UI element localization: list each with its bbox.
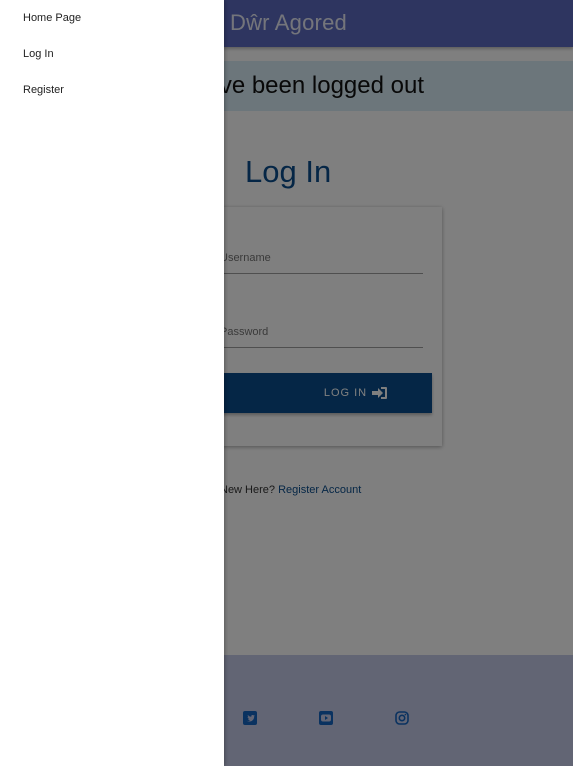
page: Dŵr Agored You have been logged out Log … [0,0,573,766]
side-drawer: Home Page Log In Register [0,0,224,766]
drawer-item-log-in[interactable]: Log In [0,37,224,73]
drawer-item-register[interactable]: Register [0,73,224,109]
drawer-item-home-page[interactable]: Home Page [0,1,224,37]
